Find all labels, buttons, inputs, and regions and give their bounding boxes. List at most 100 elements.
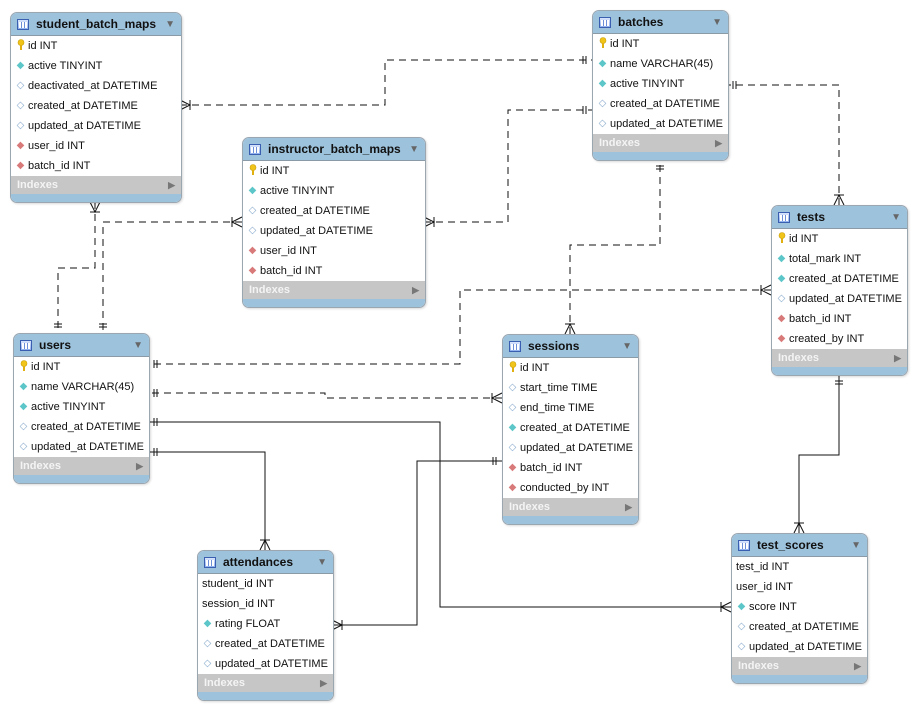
column-row[interactable]: ◆ active TINYINT	[14, 397, 149, 417]
column-row[interactable]: ◆ conducted_by INT	[503, 478, 638, 498]
relationship-line[interactable]	[57, 202, 96, 333]
collapse-triangle-icon[interactable]: ▼	[133, 340, 143, 351]
collapse-triangle-icon[interactable]: ▼	[409, 144, 419, 155]
relationship-line[interactable]	[148, 392, 502, 399]
column-row[interactable]: ◆ batch_id INT	[243, 261, 425, 281]
expand-arrow-icon[interactable]: ▶	[894, 353, 901, 364]
column-row[interactable]: ◇ updated_at DATETIME	[14, 437, 149, 457]
expand-arrow-icon[interactable]: ▶	[168, 180, 175, 191]
table-header[interactable]: instructor_batch_maps ▼	[243, 138, 425, 161]
column-row[interactable]: ◆ name VARCHAR(45)	[593, 54, 728, 74]
column-row[interactable]: ◆ created_at DATETIME	[772, 269, 907, 289]
indexes-section[interactable]: Indexes ▶	[11, 176, 181, 194]
column-row[interactable]: ◆ active TINYINT	[243, 181, 425, 201]
table-test-scores[interactable]: test_scores ▼ test_id INT user_id INT ◆ score…	[731, 533, 868, 684]
table-tests[interactable]: tests ▼ id INT ◆ total_mark INT ◆ created_at D…	[771, 205, 908, 376]
table-header[interactable]: sessions ▼	[503, 335, 638, 358]
column-row[interactable]: id INT	[14, 357, 149, 377]
column-row[interactable]: ◆ active TINYINT	[11, 56, 181, 76]
column-row[interactable]: ◇ updated_at DATETIME	[732, 637, 867, 657]
collapse-triangle-icon[interactable]: ▼	[165, 19, 175, 30]
table-header[interactable]: test_scores ▼	[732, 534, 867, 557]
column-row[interactable]: ◇ start_time TIME	[503, 378, 638, 398]
column-row[interactable]: ◇ created_at DATETIME	[198, 634, 333, 654]
column-row[interactable]: student_id INT	[198, 574, 333, 594]
column-row[interactable]: ◇ created_at DATETIME	[14, 417, 149, 437]
relationship-line[interactable]	[332, 460, 502, 626]
indexes-section[interactable]: Indexes ▶	[243, 281, 425, 299]
column-row[interactable]: ◇ created_at DATETIME	[732, 617, 867, 637]
table-instructor-batch-maps[interactable]: instructor_batch_maps ▼ id INT ◆ active TINY…	[242, 137, 426, 308]
indexes-section[interactable]: Indexes ▶	[14, 457, 149, 475]
indexes-section[interactable]: Indexes ▶	[732, 657, 867, 675]
column-row[interactable]: ◆ user_id INT	[243, 241, 425, 261]
expand-arrow-icon[interactable]: ▶	[625, 502, 632, 513]
table-header[interactable]: batches ▼	[593, 11, 728, 34]
column-label: active TINYINT	[31, 401, 106, 413]
column-row[interactable]: session_id INT	[198, 594, 333, 614]
column-row[interactable]: ◇ updated_at DATETIME	[243, 221, 425, 241]
column-row[interactable]: ◆ name VARCHAR(45)	[14, 377, 149, 397]
table-users[interactable]: users ▼ id INT ◆ name VARCHAR(45) ◆ active TIN…	[13, 333, 150, 484]
relationship-line[interactable]	[569, 160, 661, 334]
column-row[interactable]: ◆ batch_id INT	[503, 458, 638, 478]
table-sessions[interactable]: sessions ▼ id INT ◇ start_time TIME ◇ end_time…	[502, 334, 639, 525]
table-batches[interactable]: batches ▼ id INT ◆ name VARCHAR(45) ◆ active T…	[592, 10, 729, 161]
indexes-section[interactable]: Indexes ▶	[503, 498, 638, 516]
column-row[interactable]: id INT	[772, 229, 907, 249]
column-row[interactable]: ◇ updated_at DATETIME	[198, 654, 333, 674]
table-student-batch-maps[interactable]: student_batch_maps ▼ id INT ◆ active TINYINT…	[10, 12, 182, 203]
indexes-section[interactable]: Indexes ▶	[593, 134, 728, 152]
indexes-section[interactable]: Indexes ▶	[198, 674, 333, 692]
column-row[interactable]: ◇ updated_at DATETIME	[11, 116, 181, 136]
column-row[interactable]: ◆ batch_id INT	[11, 156, 181, 176]
relationship-line[interactable]	[148, 451, 266, 550]
column-row[interactable]: ◆ user_id INT	[11, 136, 181, 156]
relationship-line[interactable]	[102, 221, 242, 333]
collapse-triangle-icon[interactable]: ▼	[712, 17, 722, 28]
column-row[interactable]: ◆ active TINYINT	[593, 74, 728, 94]
collapse-triangle-icon[interactable]: ▼	[851, 540, 861, 551]
column-row[interactable]: ◆ created_by INT	[772, 329, 907, 349]
column-label: created_at DATETIME	[520, 422, 630, 434]
column-nullable-icon: ◇	[248, 225, 257, 236]
column-row[interactable]: ◇ created_at DATETIME	[11, 96, 181, 116]
column-nullable-icon: ◇	[248, 205, 257, 216]
expand-arrow-icon[interactable]: ▶	[136, 461, 143, 472]
expand-arrow-icon[interactable]: ▶	[412, 285, 419, 296]
table-attendances[interactable]: attendances ▼ student_id INT session_id INT…	[197, 550, 334, 701]
expand-arrow-icon[interactable]: ▶	[854, 661, 861, 672]
column-row[interactable]: id INT	[593, 34, 728, 54]
collapse-triangle-icon[interactable]: ▼	[317, 557, 327, 568]
column-row[interactable]: id INT	[243, 161, 425, 181]
column-row[interactable]: ◆ created_at DATETIME	[503, 418, 638, 438]
column-row[interactable]: ◇ end_time TIME	[503, 398, 638, 418]
column-row[interactable]: ◆ score INT	[732, 597, 867, 617]
column-row[interactable]: ◇ updated_at DATETIME	[503, 438, 638, 458]
column-row[interactable]: test_id INT	[732, 557, 867, 577]
column-row[interactable]: id INT	[503, 358, 638, 378]
collapse-triangle-icon[interactable]: ▼	[891, 212, 901, 223]
relationship-line[interactable]	[424, 109, 592, 223]
table-header[interactable]: tests ▼	[772, 206, 907, 229]
relationship-line[interactable]	[180, 59, 592, 106]
column-row[interactable]: id INT	[11, 36, 181, 56]
column-row[interactable]: ◆ rating FLOAT	[198, 614, 333, 634]
column-row[interactable]: ◆ total_mark INT	[772, 249, 907, 269]
table-header[interactable]: student_batch_maps ▼	[11, 13, 181, 36]
column-row[interactable]: ◇ deactivated_at DATETIME	[11, 76, 181, 96]
table-header[interactable]: attendances ▼	[198, 551, 333, 574]
column-row[interactable]: ◆ batch_id INT	[772, 309, 907, 329]
column-row[interactable]: ◇ updated_at DATETIME	[772, 289, 907, 309]
indexes-section[interactable]: Indexes ▶	[772, 349, 907, 367]
relationship-line[interactable]	[727, 84, 840, 205]
column-row[interactable]: user_id INT	[732, 577, 867, 597]
column-row[interactable]: ◇ created_at DATETIME	[593, 94, 728, 114]
column-row[interactable]: ◇ created_at DATETIME	[243, 201, 425, 221]
collapse-triangle-icon[interactable]: ▼	[622, 341, 632, 352]
column-row[interactable]: ◇ updated_at DATETIME	[593, 114, 728, 134]
expand-arrow-icon[interactable]: ▶	[320, 678, 327, 689]
relationship-line[interactable]	[798, 375, 840, 533]
table-header[interactable]: users ▼	[14, 334, 149, 357]
expand-arrow-icon[interactable]: ▶	[715, 138, 722, 149]
